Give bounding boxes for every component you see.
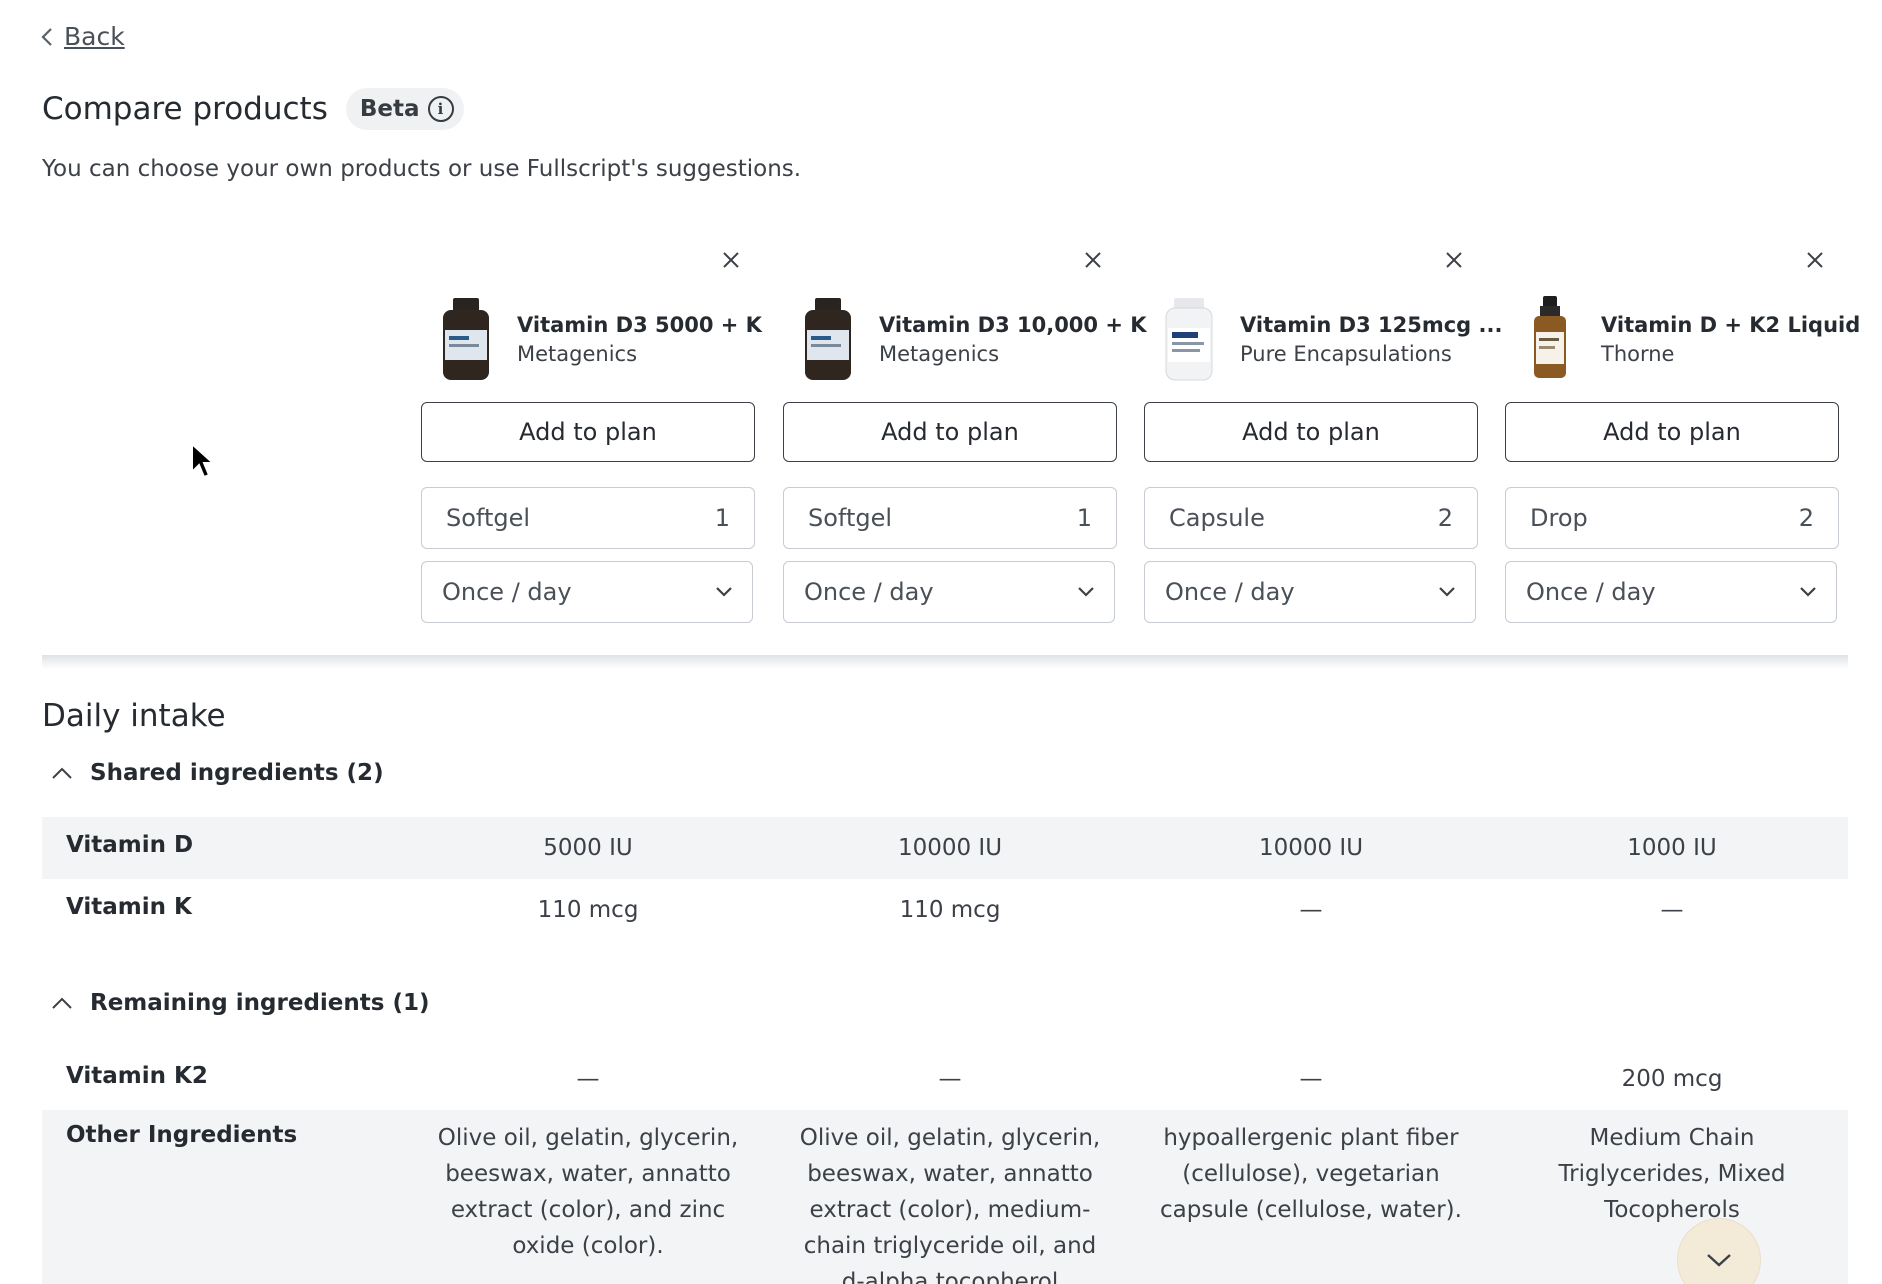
- page-header: Compare products Beta i: [42, 88, 464, 130]
- dosage-quantity: 2: [1437, 504, 1453, 532]
- beta-label: Beta: [359, 96, 420, 122]
- product-text: Vitamin D + K2 Liquid Thorne: [1601, 313, 1860, 366]
- add-to-plan-button[interactable]: Add to plan: [421, 402, 755, 462]
- frequency-value: Once / day: [442, 578, 572, 606]
- product-header[interactable]: Vitamin D3 5000 + K Metagenics: [439, 296, 769, 382]
- add-to-plan-button[interactable]: Add to plan: [783, 402, 1117, 462]
- product-header[interactable]: Vitamin D3 125mcg ... Pure Encapsulation…: [1162, 296, 1502, 382]
- back-link[interactable]: Back: [40, 22, 125, 51]
- ingredient-value: —: [938, 1066, 962, 1092]
- chevron-down-icon: [1439, 587, 1455, 597]
- ingredient-name: Vitamin K: [66, 894, 192, 920]
- ingredient-name: Other Ingredients: [66, 1122, 298, 1148]
- remaining-ingredients-toggle[interactable]: Remaining ingredients (1): [50, 990, 430, 1016]
- ingredient-value: 1000 IU: [1627, 835, 1717, 861]
- frequency-select[interactable]: Once / day: [1144, 561, 1476, 623]
- frequency-select[interactable]: Once / day: [421, 561, 753, 623]
- add-to-plan-button[interactable]: Add to plan: [1505, 402, 1839, 462]
- ingredient-value: —: [1299, 897, 1323, 923]
- product-name: Vitamin D3 10,000 + K: [879, 312, 1147, 337]
- frequency-value: Once / day: [804, 578, 934, 606]
- ingredient-value: 5000 IU: [543, 835, 633, 861]
- product-header[interactable]: Vitamin D3 10,000 + K Metagenics: [801, 296, 1147, 382]
- daily-intake-title: Daily intake: [42, 698, 226, 734]
- ingredient-value: hypoallergenic plant fiber (cellulose), …: [1160, 1125, 1462, 1223]
- back-label: Back: [64, 22, 125, 51]
- chevron-left-icon: [41, 27, 52, 46]
- product-header[interactable]: Vitamin D + K2 Liquid Thorne: [1523, 296, 1860, 382]
- ingredient-value: Olive oil, gelatin, glycerin, beeswax, w…: [799, 1125, 1101, 1284]
- add-to-plan-button[interactable]: Add to plan: [1144, 402, 1478, 462]
- ingredient-value: 110 mcg: [899, 897, 1001, 923]
- chevron-down-icon: [1078, 587, 1094, 597]
- ingredient-name: Vitamin K2: [66, 1063, 208, 1089]
- product-name: Vitamin D3 5000 + K: [517, 312, 762, 337]
- dosage-unit: Drop: [1530, 504, 1588, 532]
- frequency-select[interactable]: Once / day: [1505, 561, 1837, 623]
- chevron-down-icon: [716, 587, 732, 597]
- dosage-quantity: 1: [1076, 504, 1092, 532]
- close-icon: [723, 252, 739, 268]
- dosage-field[interactable]: Capsule 2: [1144, 487, 1478, 549]
- other-ingredients-row: Other Ingredients Olive oil, gelatin, gl…: [42, 1110, 1848, 1284]
- mouse-cursor-icon: [191, 442, 214, 479]
- close-icon: [1085, 252, 1101, 268]
- product-image: [1165, 298, 1213, 381]
- remove-product-button[interactable]: [1438, 244, 1470, 276]
- dosage-field[interactable]: Softgel 1: [783, 487, 1117, 549]
- ingredient-row: Vitamin D 5000 IU 10000 IU 10000 IU 1000…: [42, 817, 1848, 879]
- info-icon[interactable]: i: [427, 96, 454, 122]
- dosage-quantity: 2: [1798, 504, 1814, 532]
- remaining-ingredients-label: Remaining ingredients (1): [90, 990, 430, 1016]
- ingredient-value: Olive oil, gelatin, glycerin, beeswax, w…: [437, 1125, 739, 1259]
- dosage-field[interactable]: Drop 2: [1505, 487, 1839, 549]
- dosage-quantity: 1: [714, 504, 730, 532]
- shared-ingredients-label: Shared ingredients (2): [90, 760, 384, 786]
- ingredient-row: Vitamin K 110 mcg 110 mcg — —: [42, 879, 1848, 941]
- beta-badge[interactable]: Beta i: [345, 88, 464, 130]
- frequency-value: Once / day: [1165, 578, 1295, 606]
- ingredient-value: 200 mcg: [1621, 1066, 1723, 1092]
- dosage-unit: Softgel: [446, 504, 531, 532]
- product-image: [1534, 296, 1566, 378]
- close-icon: [1807, 252, 1823, 268]
- page-title: Compare products: [42, 91, 328, 127]
- chevron-down-icon: [1800, 587, 1816, 597]
- product-name: Vitamin D3 125mcg ...: [1240, 312, 1503, 337]
- ingredient-value: 110 mcg: [537, 897, 639, 923]
- ingredient-value: 10000 IU: [897, 835, 1003, 861]
- ingredient-name: Vitamin D: [66, 832, 194, 858]
- dosage-unit: Softgel: [808, 504, 893, 532]
- chevron-up-icon: [52, 767, 72, 779]
- dosage-field[interactable]: Softgel 1: [421, 487, 755, 549]
- ingredient-row: Vitamin K2 — — — 200 mcg: [42, 1048, 1848, 1110]
- ingredient-value: —: [576, 1066, 600, 1092]
- product-brand: Metagenics: [517, 341, 638, 366]
- ingredient-value: —: [1299, 1066, 1323, 1092]
- remove-product-button[interactable]: [1077, 244, 1109, 276]
- sticky-header-divider: [42, 655, 1848, 669]
- page-subtitle: You can choose your own products or use …: [42, 156, 802, 182]
- product-brand: Metagenics: [879, 341, 1000, 366]
- ingredient-value: —: [1660, 897, 1684, 923]
- product-brand: Pure Encapsulations: [1240, 341, 1452, 366]
- product-text: Vitamin D3 5000 + K Metagenics: [517, 313, 762, 366]
- ingredient-value: 10000 IU: [1258, 835, 1364, 861]
- chevron-up-icon: [52, 997, 72, 1009]
- shared-ingredients-toggle[interactable]: Shared ingredients (2): [50, 760, 384, 786]
- product-image: [443, 298, 489, 380]
- chevron-down-icon: [1707, 1254, 1731, 1267]
- product-text: Vitamin D3 125mcg ... Pure Encapsulation…: [1240, 313, 1502, 366]
- product-brand: Thorne: [1601, 341, 1675, 366]
- product-name: Vitamin D + K2 Liquid: [1601, 312, 1861, 337]
- product-text: Vitamin D3 10,000 + K Metagenics: [879, 313, 1147, 366]
- frequency-value: Once / day: [1526, 578, 1656, 606]
- remove-product-button[interactable]: [715, 244, 747, 276]
- dosage-unit: Capsule: [1169, 504, 1265, 532]
- ingredient-value: Medium Chain Triglycerides, Mixed Tocoph…: [1558, 1125, 1786, 1223]
- close-icon: [1446, 252, 1462, 268]
- frequency-select[interactable]: Once / day: [783, 561, 1115, 623]
- remove-product-button[interactable]: [1799, 244, 1831, 276]
- product-image: [805, 298, 851, 380]
